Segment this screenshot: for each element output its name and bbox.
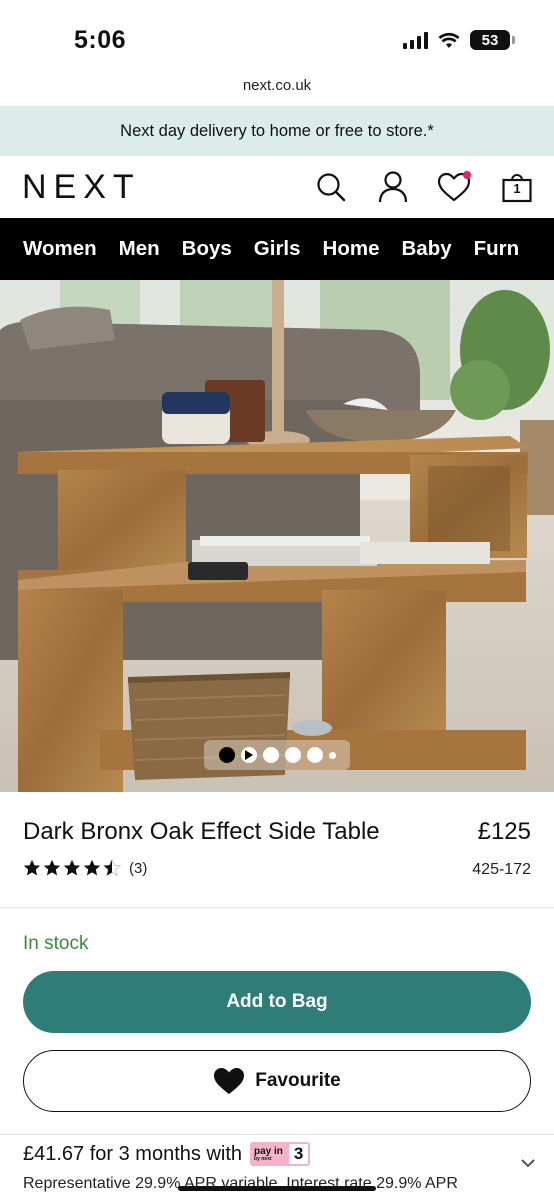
divider bbox=[0, 907, 554, 908]
bag-count: 1 bbox=[513, 181, 521, 196]
payin3-offer[interactable]: £41.67 for 3 months with pay in by next … bbox=[23, 1142, 311, 1166]
battery-icon: 53 bbox=[470, 30, 515, 50]
product-image[interactable] bbox=[0, 280, 554, 792]
favourite-label: Favourite bbox=[255, 1070, 341, 1091]
divider bbox=[0, 1134, 554, 1135]
signal-icon bbox=[403, 31, 428, 49]
payin3-badge-left: pay in by next bbox=[250, 1142, 287, 1166]
status-time: 5:06 bbox=[74, 26, 127, 54]
status-bar: 5:06 53 bbox=[0, 0, 554, 72]
play-icon bbox=[245, 750, 253, 760]
wishlist-icon[interactable] bbox=[437, 170, 471, 204]
carousel-video-dot[interactable] bbox=[240, 747, 257, 763]
nav-item-women[interactable]: Women bbox=[23, 237, 97, 261]
wifi-icon bbox=[438, 32, 460, 48]
rating-stars-icon bbox=[23, 859, 121, 877]
product-photo bbox=[0, 280, 554, 792]
next-logo[interactable]: NEXT bbox=[22, 170, 141, 204]
carousel-dot-1[interactable] bbox=[218, 747, 235, 763]
account-icon[interactable] bbox=[376, 170, 410, 204]
nav-item-baby[interactable]: Baby bbox=[401, 237, 451, 261]
home-indicator bbox=[178, 1186, 376, 1191]
site-header: NEXT 1 bbox=[0, 156, 554, 218]
payin3-badge-sub: by next bbox=[254, 1155, 272, 1162]
payin3-badge: pay in by next 3 bbox=[250, 1142, 311, 1166]
item-number: 425-172 bbox=[472, 861, 531, 878]
wishlist-notification-dot bbox=[463, 171, 471, 179]
heart-icon bbox=[214, 1068, 245, 1094]
review-count[interactable]: (3) bbox=[129, 860, 147, 877]
stock-status: In stock bbox=[23, 933, 89, 954]
url-bar[interactable]: next.co.uk bbox=[0, 72, 554, 106]
bag-icon[interactable]: 1 bbox=[500, 170, 534, 204]
product-rating[interactable]: (3) bbox=[23, 859, 147, 877]
favourite-button[interactable]: Favourite bbox=[23, 1050, 531, 1112]
carousel-pagination bbox=[204, 740, 350, 770]
carousel-dot-5[interactable] bbox=[306, 747, 323, 763]
nav-item-boys[interactable]: Boys bbox=[182, 237, 232, 261]
search-icon[interactable] bbox=[314, 170, 348, 204]
chevron-down-icon[interactable] bbox=[520, 1158, 536, 1168]
carousel-dot-3[interactable] bbox=[262, 747, 279, 763]
payin3-badge-number: 3 bbox=[286, 1142, 311, 1166]
nav-item-girls[interactable]: Girls bbox=[254, 237, 301, 261]
payin3-badge-top: pay in bbox=[254, 1145, 283, 1157]
nav-item-home[interactable]: Home bbox=[323, 237, 380, 261]
product-title: Dark Bronx Oak Effect Side Table bbox=[23, 818, 380, 845]
product-price: £125 bbox=[477, 818, 531, 845]
promo-banner[interactable]: Next day delivery to home or free to sto… bbox=[0, 106, 554, 156]
nav-item-men[interactable]: Men bbox=[119, 237, 160, 261]
carousel-dot-4[interactable] bbox=[284, 747, 301, 763]
category-nav: Women Men Boys Girls Home Baby Furn bbox=[0, 218, 554, 280]
installment-text: £41.67 for 3 months with bbox=[23, 1142, 243, 1165]
add-to-bag-button[interactable]: Add to Bag bbox=[23, 971, 531, 1033]
nav-item-furniture[interactable]: Furn bbox=[474, 237, 520, 261]
carousel-dot-more[interactable] bbox=[328, 751, 336, 759]
status-icons: 53 bbox=[403, 30, 515, 50]
